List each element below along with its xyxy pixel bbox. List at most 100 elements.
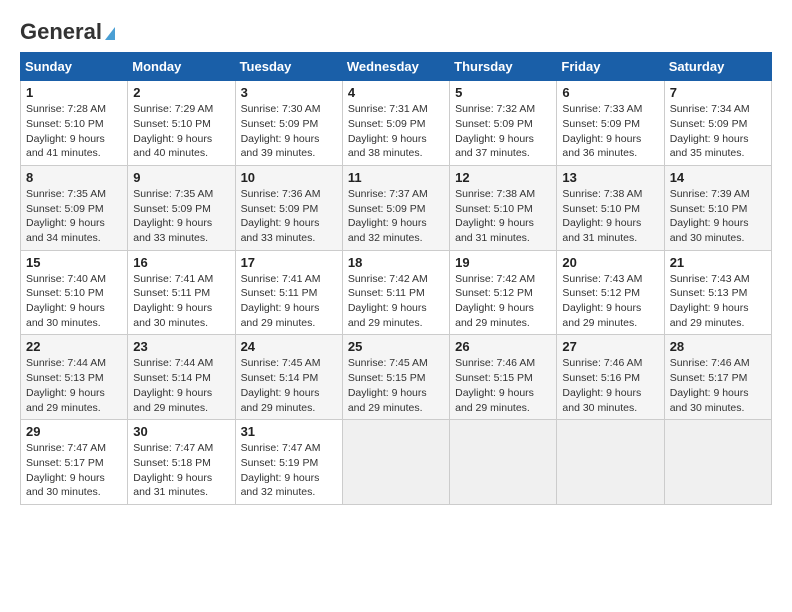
calendar-week-row: 1 Sunrise: 7:28 AM Sunset: 5:10 PM Dayli…	[21, 81, 772, 166]
calendar-body: 1 Sunrise: 7:28 AM Sunset: 5:10 PM Dayli…	[21, 81, 772, 505]
day-number: 29	[26, 424, 122, 439]
day-number: 19	[455, 255, 551, 270]
calendar-day-cell	[664, 420, 771, 505]
weekday-header-cell: Friday	[557, 53, 664, 81]
day-number: 23	[133, 339, 229, 354]
calendar-day-cell: 1 Sunrise: 7:28 AM Sunset: 5:10 PM Dayli…	[21, 81, 128, 166]
day-info: Sunrise: 7:45 AM Sunset: 5:15 PM Dayligh…	[348, 356, 444, 415]
day-info: Sunrise: 7:40 AM Sunset: 5:10 PM Dayligh…	[26, 272, 122, 331]
day-number: 11	[348, 170, 444, 185]
calendar-day-cell: 28 Sunrise: 7:46 AM Sunset: 5:17 PM Dayl…	[664, 335, 771, 420]
logo: General	[20, 20, 115, 42]
day-info: Sunrise: 7:41 AM Sunset: 5:11 PM Dayligh…	[133, 272, 229, 331]
day-info: Sunrise: 7:42 AM Sunset: 5:12 PM Dayligh…	[455, 272, 551, 331]
day-number: 30	[133, 424, 229, 439]
page-header: General	[20, 20, 772, 42]
day-number: 12	[455, 170, 551, 185]
day-number: 16	[133, 255, 229, 270]
day-info: Sunrise: 7:47 AM Sunset: 5:17 PM Dayligh…	[26, 441, 122, 500]
day-number: 1	[26, 85, 122, 100]
calendar-day-cell: 10 Sunrise: 7:36 AM Sunset: 5:09 PM Dayl…	[235, 165, 342, 250]
day-number: 21	[670, 255, 766, 270]
calendar-day-cell: 12 Sunrise: 7:38 AM Sunset: 5:10 PM Dayl…	[450, 165, 557, 250]
calendar-header-row: SundayMondayTuesdayWednesdayThursdayFrid…	[21, 53, 772, 81]
day-number: 27	[562, 339, 658, 354]
day-number: 17	[241, 255, 337, 270]
day-number: 31	[241, 424, 337, 439]
calendar-day-cell: 21 Sunrise: 7:43 AM Sunset: 5:13 PM Dayl…	[664, 250, 771, 335]
day-number: 9	[133, 170, 229, 185]
day-info: Sunrise: 7:38 AM Sunset: 5:10 PM Dayligh…	[455, 187, 551, 246]
day-number: 7	[670, 85, 766, 100]
calendar-day-cell: 16 Sunrise: 7:41 AM Sunset: 5:11 PM Dayl…	[128, 250, 235, 335]
calendar-week-row: 8 Sunrise: 7:35 AM Sunset: 5:09 PM Dayli…	[21, 165, 772, 250]
day-number: 6	[562, 85, 658, 100]
calendar-day-cell: 31 Sunrise: 7:47 AM Sunset: 5:19 PM Dayl…	[235, 420, 342, 505]
day-number: 15	[26, 255, 122, 270]
calendar-table: SundayMondayTuesdayWednesdayThursdayFrid…	[20, 52, 772, 505]
day-number: 20	[562, 255, 658, 270]
day-info: Sunrise: 7:42 AM Sunset: 5:11 PM Dayligh…	[348, 272, 444, 331]
weekday-header-cell: Monday	[128, 53, 235, 81]
day-number: 10	[241, 170, 337, 185]
weekday-header-cell: Sunday	[21, 53, 128, 81]
calendar-day-cell: 29 Sunrise: 7:47 AM Sunset: 5:17 PM Dayl…	[21, 420, 128, 505]
calendar-day-cell	[450, 420, 557, 505]
day-number: 22	[26, 339, 122, 354]
calendar-day-cell: 11 Sunrise: 7:37 AM Sunset: 5:09 PM Dayl…	[342, 165, 449, 250]
calendar-day-cell: 27 Sunrise: 7:46 AM Sunset: 5:16 PM Dayl…	[557, 335, 664, 420]
calendar-day-cell: 24 Sunrise: 7:45 AM Sunset: 5:14 PM Dayl…	[235, 335, 342, 420]
day-number: 18	[348, 255, 444, 270]
calendar-day-cell	[557, 420, 664, 505]
calendar-day-cell: 30 Sunrise: 7:47 AM Sunset: 5:18 PM Dayl…	[128, 420, 235, 505]
day-info: Sunrise: 7:28 AM Sunset: 5:10 PM Dayligh…	[26, 102, 122, 161]
day-number: 13	[562, 170, 658, 185]
day-number: 26	[455, 339, 551, 354]
calendar-day-cell: 23 Sunrise: 7:44 AM Sunset: 5:14 PM Dayl…	[128, 335, 235, 420]
day-info: Sunrise: 7:35 AM Sunset: 5:09 PM Dayligh…	[133, 187, 229, 246]
weekday-header-cell: Wednesday	[342, 53, 449, 81]
day-info: Sunrise: 7:46 AM Sunset: 5:17 PM Dayligh…	[670, 356, 766, 415]
calendar-day-cell	[342, 420, 449, 505]
calendar-day-cell: 20 Sunrise: 7:43 AM Sunset: 5:12 PM Dayl…	[557, 250, 664, 335]
day-info: Sunrise: 7:33 AM Sunset: 5:09 PM Dayligh…	[562, 102, 658, 161]
calendar-day-cell: 5 Sunrise: 7:32 AM Sunset: 5:09 PM Dayli…	[450, 81, 557, 166]
calendar-day-cell: 6 Sunrise: 7:33 AM Sunset: 5:09 PM Dayli…	[557, 81, 664, 166]
day-number: 3	[241, 85, 337, 100]
calendar-week-row: 15 Sunrise: 7:40 AM Sunset: 5:10 PM Dayl…	[21, 250, 772, 335]
day-info: Sunrise: 7:36 AM Sunset: 5:09 PM Dayligh…	[241, 187, 337, 246]
day-number: 28	[670, 339, 766, 354]
day-number: 8	[26, 170, 122, 185]
day-info: Sunrise: 7:35 AM Sunset: 5:09 PM Dayligh…	[26, 187, 122, 246]
calendar-day-cell: 8 Sunrise: 7:35 AM Sunset: 5:09 PM Dayli…	[21, 165, 128, 250]
day-info: Sunrise: 7:34 AM Sunset: 5:09 PM Dayligh…	[670, 102, 766, 161]
day-number: 4	[348, 85, 444, 100]
calendar-day-cell: 4 Sunrise: 7:31 AM Sunset: 5:09 PM Dayli…	[342, 81, 449, 166]
day-number: 24	[241, 339, 337, 354]
day-info: Sunrise: 7:37 AM Sunset: 5:09 PM Dayligh…	[348, 187, 444, 246]
calendar-day-cell: 18 Sunrise: 7:42 AM Sunset: 5:11 PM Dayl…	[342, 250, 449, 335]
day-info: Sunrise: 7:29 AM Sunset: 5:10 PM Dayligh…	[133, 102, 229, 161]
calendar-week-row: 22 Sunrise: 7:44 AM Sunset: 5:13 PM Dayl…	[21, 335, 772, 420]
day-info: Sunrise: 7:46 AM Sunset: 5:15 PM Dayligh…	[455, 356, 551, 415]
calendar-day-cell: 25 Sunrise: 7:45 AM Sunset: 5:15 PM Dayl…	[342, 335, 449, 420]
calendar-day-cell: 9 Sunrise: 7:35 AM Sunset: 5:09 PM Dayli…	[128, 165, 235, 250]
day-info: Sunrise: 7:44 AM Sunset: 5:13 PM Dayligh…	[26, 356, 122, 415]
calendar-day-cell: 2 Sunrise: 7:29 AM Sunset: 5:10 PM Dayli…	[128, 81, 235, 166]
calendar-day-cell: 19 Sunrise: 7:42 AM Sunset: 5:12 PM Dayl…	[450, 250, 557, 335]
day-info: Sunrise: 7:41 AM Sunset: 5:11 PM Dayligh…	[241, 272, 337, 331]
calendar-day-cell: 15 Sunrise: 7:40 AM Sunset: 5:10 PM Dayl…	[21, 250, 128, 335]
calendar-day-cell: 22 Sunrise: 7:44 AM Sunset: 5:13 PM Dayl…	[21, 335, 128, 420]
day-number: 2	[133, 85, 229, 100]
weekday-header-cell: Thursday	[450, 53, 557, 81]
logo-text: General	[20, 20, 115, 44]
day-info: Sunrise: 7:45 AM Sunset: 5:14 PM Dayligh…	[241, 356, 337, 415]
day-info: Sunrise: 7:32 AM Sunset: 5:09 PM Dayligh…	[455, 102, 551, 161]
calendar-day-cell: 14 Sunrise: 7:39 AM Sunset: 5:10 PM Dayl…	[664, 165, 771, 250]
calendar-day-cell: 13 Sunrise: 7:38 AM Sunset: 5:10 PM Dayl…	[557, 165, 664, 250]
day-number: 5	[455, 85, 551, 100]
day-info: Sunrise: 7:47 AM Sunset: 5:18 PM Dayligh…	[133, 441, 229, 500]
day-info: Sunrise: 7:47 AM Sunset: 5:19 PM Dayligh…	[241, 441, 337, 500]
calendar-day-cell: 7 Sunrise: 7:34 AM Sunset: 5:09 PM Dayli…	[664, 81, 771, 166]
day-number: 25	[348, 339, 444, 354]
